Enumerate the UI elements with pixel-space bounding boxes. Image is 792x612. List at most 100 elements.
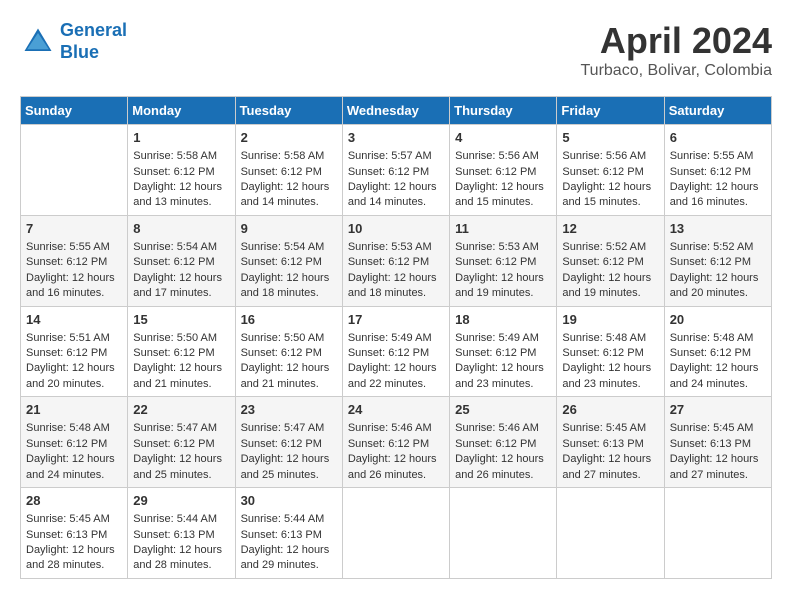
sunrise-text: Sunrise: 5:54 AM — [133, 240, 229, 255]
calendar-body: 1Sunrise: 5:58 AMSunset: 6:12 PMDaylight… — [21, 125, 772, 579]
sunset-text: Sunset: 6:12 PM — [26, 255, 122, 270]
calendar-header: SundayMondayTuesdayWednesdayThursdayFrid… — [21, 97, 772, 125]
sunset-text: Sunset: 6:12 PM — [241, 255, 337, 270]
day-number: 15 — [133, 311, 229, 329]
daylight-text: Daylight: 12 hours and 13 minutes. — [133, 180, 229, 211]
sunset-text: Sunset: 6:12 PM — [133, 346, 229, 361]
calendar-cell: 9Sunrise: 5:54 AMSunset: 6:12 PMDaylight… — [235, 215, 342, 306]
header-cell-thursday: Thursday — [450, 97, 557, 125]
sunrise-text: Sunrise: 5:58 AM — [133, 149, 229, 164]
sunrise-text: Sunrise: 5:46 AM — [348, 421, 444, 436]
header-cell-wednesday: Wednesday — [342, 97, 449, 125]
calendar-cell: 23Sunrise: 5:47 AMSunset: 6:12 PMDayligh… — [235, 397, 342, 488]
daylight-text: Daylight: 12 hours and 25 minutes. — [241, 452, 337, 483]
day-number: 30 — [241, 492, 337, 510]
calendar-cell — [21, 125, 128, 216]
sunset-text: Sunset: 6:13 PM — [562, 437, 658, 452]
daylight-text: Daylight: 12 hours and 20 minutes. — [670, 271, 766, 302]
logo-text: General Blue — [60, 20, 127, 63]
daylight-text: Daylight: 12 hours and 20 minutes. — [26, 361, 122, 392]
sunset-text: Sunset: 6:12 PM — [241, 437, 337, 452]
calendar-cell: 1Sunrise: 5:58 AMSunset: 6:12 PMDaylight… — [128, 125, 235, 216]
sunset-text: Sunset: 6:12 PM — [562, 346, 658, 361]
calendar-cell: 21Sunrise: 5:48 AMSunset: 6:12 PMDayligh… — [21, 397, 128, 488]
daylight-text: Daylight: 12 hours and 16 minutes. — [26, 271, 122, 302]
daylight-text: Daylight: 12 hours and 26 minutes. — [455, 452, 551, 483]
daylight-text: Daylight: 12 hours and 23 minutes. — [562, 361, 658, 392]
day-number: 8 — [133, 220, 229, 238]
daylight-text: Daylight: 12 hours and 14 minutes. — [241, 180, 337, 211]
sunrise-text: Sunrise: 5:44 AM — [133, 512, 229, 527]
sunset-text: Sunset: 6:13 PM — [241, 528, 337, 543]
day-number: 18 — [455, 311, 551, 329]
day-number: 27 — [670, 401, 766, 419]
header-row: SundayMondayTuesdayWednesdayThursdayFrid… — [21, 97, 772, 125]
page-header: General Blue April 2024 Turbaco, Bolivar… — [20, 20, 772, 80]
sunrise-text: Sunrise: 5:48 AM — [670, 331, 766, 346]
location: Turbaco, Bolivar, Colombia — [581, 62, 773, 80]
sunset-text: Sunset: 6:12 PM — [455, 165, 551, 180]
logo-line1: General — [60, 20, 127, 40]
daylight-text: Daylight: 12 hours and 23 minutes. — [455, 361, 551, 392]
calendar-cell: 29Sunrise: 5:44 AMSunset: 6:13 PMDayligh… — [128, 488, 235, 579]
daylight-text: Daylight: 12 hours and 29 minutes. — [241, 543, 337, 574]
sunrise-text: Sunrise: 5:57 AM — [348, 149, 444, 164]
sunrise-text: Sunrise: 5:50 AM — [133, 331, 229, 346]
daylight-text: Daylight: 12 hours and 27 minutes. — [562, 452, 658, 483]
calendar-cell: 6Sunrise: 5:55 AMSunset: 6:12 PMDaylight… — [664, 125, 771, 216]
calendar-cell: 4Sunrise: 5:56 AMSunset: 6:12 PMDaylight… — [450, 125, 557, 216]
calendar-cell: 7 Sunrise: 5:55 AMSunset: 6:12 PMDaylight… — [21, 215, 128, 306]
daylight-text: Daylight: 12 hours and 21 minutes. — [133, 361, 229, 392]
day-number: 21 — [26, 401, 122, 419]
sunrise-text: Sunrise: 5:55 AM — [26, 240, 122, 255]
sunset-text: Sunset: 6:12 PM — [455, 255, 551, 270]
week-row-5: 28Sunrise: 5:45 AMSunset: 6:13 PMDayligh… — [21, 488, 772, 579]
daylight-text: Daylight: 12 hours and 24 minutes. — [26, 452, 122, 483]
sunrise-text: Sunrise: 5:44 AM — [241, 512, 337, 527]
daylight-text: Daylight: 12 hours and 15 minutes. — [562, 180, 658, 211]
daylight-text: Daylight: 12 hours and 16 minutes. — [670, 180, 766, 211]
header-cell-saturday: Saturday — [664, 97, 771, 125]
calendar-cell: 8Sunrise: 5:54 AMSunset: 6:12 PMDaylight… — [128, 215, 235, 306]
calendar-table: SundayMondayTuesdayWednesdayThursdayFrid… — [20, 96, 772, 579]
header-cell-friday: Friday — [557, 97, 664, 125]
sunset-text: Sunset: 6:13 PM — [670, 437, 766, 452]
day-number: 11 — [455, 220, 551, 238]
sunset-text: Sunset: 6:12 PM — [562, 165, 658, 180]
day-number: 7 — [26, 220, 122, 238]
sunrise-text: Sunrise: 5:50 AM — [241, 331, 337, 346]
sunset-text: Sunset: 6:12 PM — [26, 437, 122, 452]
calendar-cell: 25Sunrise: 5:46 AMSunset: 6:12 PMDayligh… — [450, 397, 557, 488]
sunrise-text: Sunrise: 5:47 AM — [133, 421, 229, 436]
header-cell-tuesday: Tuesday — [235, 97, 342, 125]
month-title: April 2024 — [581, 20, 773, 62]
calendar-cell: 18Sunrise: 5:49 AMSunset: 6:12 PMDayligh… — [450, 306, 557, 397]
sunrise-text: Sunrise: 5:48 AM — [562, 331, 658, 346]
daylight-text: Daylight: 12 hours and 18 minutes. — [348, 271, 444, 302]
day-number: 9 — [241, 220, 337, 238]
day-number: 12 — [562, 220, 658, 238]
daylight-text: Daylight: 12 hours and 26 minutes. — [348, 452, 444, 483]
day-number: 5 — [562, 129, 658, 147]
day-number: 19 — [562, 311, 658, 329]
week-row-3: 14Sunrise: 5:51 AMSunset: 6:12 PMDayligh… — [21, 306, 772, 397]
day-number: 4 — [455, 129, 551, 147]
daylight-text: Daylight: 12 hours and 19 minutes. — [562, 271, 658, 302]
calendar-cell — [664, 488, 771, 579]
sunset-text: Sunset: 6:12 PM — [241, 346, 337, 361]
day-number: 14 — [26, 311, 122, 329]
day-number: 23 — [241, 401, 337, 419]
daylight-text: Daylight: 12 hours and 15 minutes. — [455, 180, 551, 211]
logo: General Blue — [20, 20, 127, 63]
day-number: 17 — [348, 311, 444, 329]
daylight-text: Daylight: 12 hours and 27 minutes. — [670, 452, 766, 483]
sunrise-text: Sunrise: 5:55 AM — [670, 149, 766, 164]
week-row-1: 1Sunrise: 5:58 AMSunset: 6:12 PMDaylight… — [21, 125, 772, 216]
sunset-text: Sunset: 6:12 PM — [670, 165, 766, 180]
sunrise-text: Sunrise: 5:46 AM — [455, 421, 551, 436]
sunset-text: Sunset: 6:12 PM — [241, 165, 337, 180]
sunrise-text: Sunrise: 5:45 AM — [562, 421, 658, 436]
logo-line2: Blue — [60, 42, 99, 62]
sunset-text: Sunset: 6:12 PM — [670, 346, 766, 361]
calendar-cell: 12Sunrise: 5:52 AMSunset: 6:12 PMDayligh… — [557, 215, 664, 306]
